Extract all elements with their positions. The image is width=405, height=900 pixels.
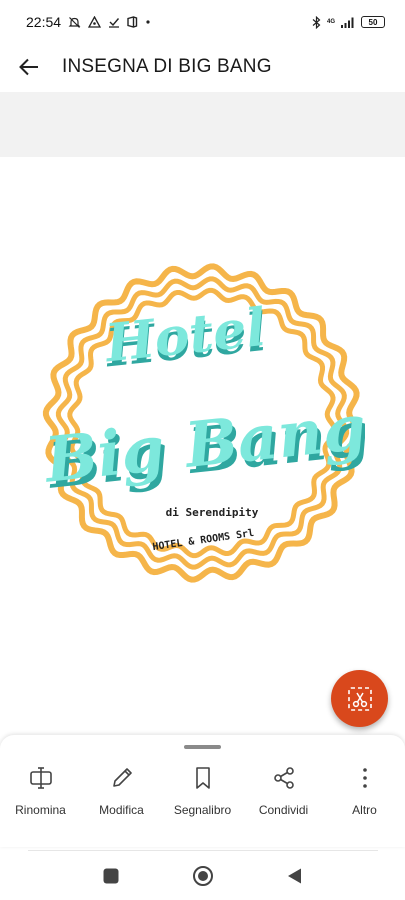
download-check-icon: [108, 16, 120, 28]
app-bar: INSEGNA DI BIG BANG: [0, 44, 405, 90]
triangle-alert-icon: [88, 16, 102, 28]
status-bar: 22:54 4G 50: [0, 0, 405, 44]
dot-icon: [145, 19, 151, 25]
share-label: Condividi: [258, 803, 309, 817]
back-triangle-icon: [287, 868, 301, 884]
battery-level: 50: [368, 17, 378, 27]
office-icon: [127, 16, 138, 28]
share-button[interactable]: Condividi: [245, 765, 323, 817]
recents-button[interactable]: [98, 863, 124, 889]
home-button[interactable]: [190, 863, 216, 889]
back-button[interactable]: [18, 56, 40, 78]
crop-fab-button[interactable]: [331, 670, 388, 727]
bookmark-icon: [195, 767, 210, 789]
pencil-icon: [112, 768, 132, 787]
recents-icon: [103, 868, 118, 884]
rename-button[interactable]: Rinomina: [2, 765, 80, 817]
bookmark-label: Segnalibro: [173, 803, 232, 817]
page-title: INSEGNA DI BIG BANG: [62, 56, 272, 77]
more-label: Altro: [352, 803, 377, 817]
share-icon: [273, 767, 294, 789]
mute-icon: [68, 16, 81, 29]
drag-handle[interactable]: [184, 745, 221, 749]
home-icon: [192, 866, 213, 886]
rename-label: Rinomina: [15, 803, 66, 817]
system-nav-bar: [0, 852, 405, 900]
nav-divider: [28, 850, 378, 851]
status-time: 22:54: [26, 14, 62, 30]
action-row: Rinomina Modifica Segnalibro Condividi A…: [0, 765, 405, 817]
arrow-left-icon: [19, 58, 38, 76]
image-top-band: [0, 92, 405, 157]
edit-button[interactable]: Modifica: [83, 765, 161, 817]
network-type: 4G: [326, 19, 335, 25]
edit-label: Modifica: [99, 803, 144, 817]
signal-icon: [341, 17, 355, 28]
rename-icon: [29, 767, 52, 789]
system-back-button[interactable]: [282, 863, 308, 889]
bluetooth-icon: [312, 15, 321, 29]
battery-icon: 50: [361, 16, 385, 28]
action-sheet: Rinomina Modifica Segnalibro Condividi A…: [0, 735, 405, 847]
hotel-logo-image: Hotel Hotel Big Bang Big Bang di Serendi…: [40, 263, 365, 583]
more-vertical-icon: [362, 768, 367, 788]
more-button[interactable]: Altro: [326, 765, 404, 817]
bookmark-button[interactable]: Segnalibro: [164, 765, 242, 817]
scissors-crop-icon: [347, 686, 372, 711]
logo-line3: di Serendipity: [166, 506, 259, 519]
